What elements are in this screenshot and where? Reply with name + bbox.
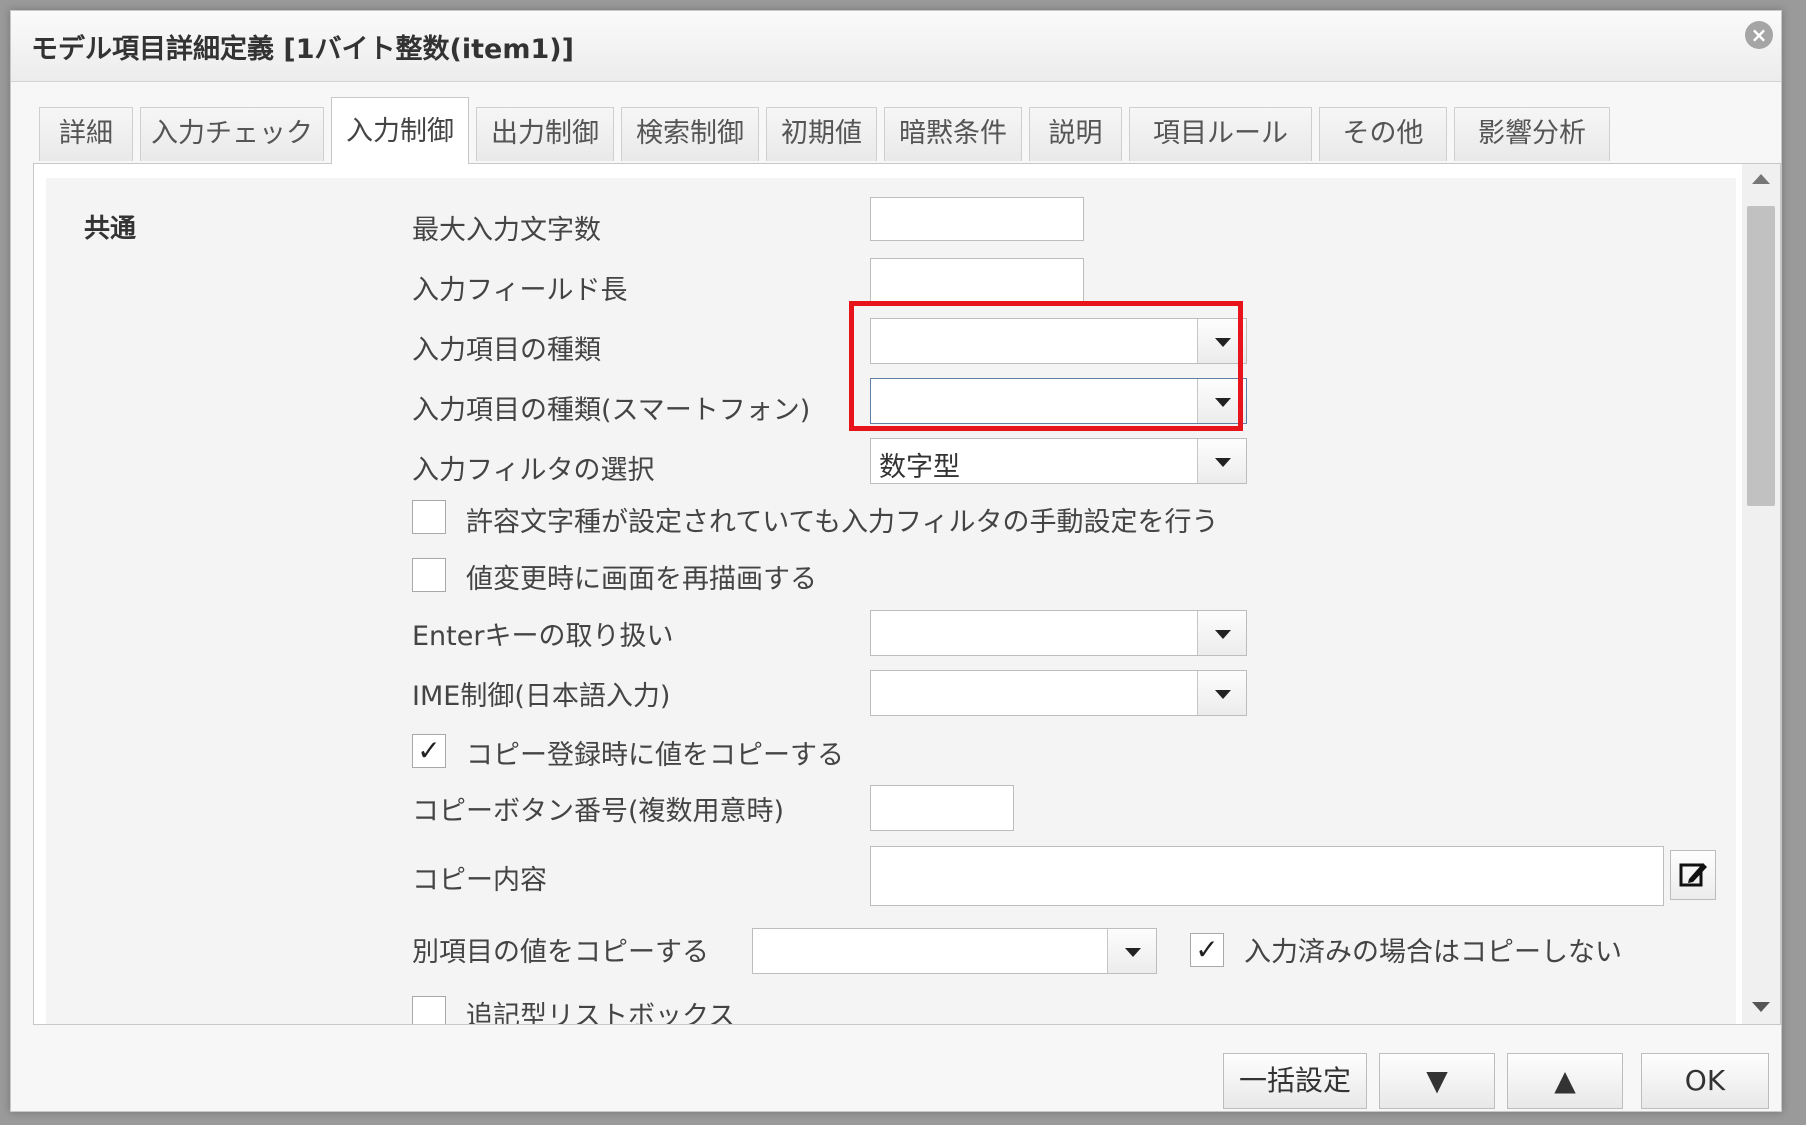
copy-content-label: コピー内容: [412, 865, 547, 896]
chevron-down-icon[interactable]: [1197, 611, 1246, 655]
tab-output-control[interactable]: 出力制御: [476, 107, 614, 161]
tab-other[interactable]: その他: [1319, 107, 1447, 161]
vertical-scrollbar[interactable]: [1742, 164, 1780, 1024]
tab-description[interactable]: 説明: [1029, 107, 1122, 161]
tab-impact-analysis[interactable]: 影響分析: [1454, 107, 1610, 161]
input-field-length-input[interactable]: [870, 258, 1084, 302]
input-item-type-smartphone-label: 入力項目の種類(スマートフォン): [412, 395, 811, 426]
tab-item-rule[interactable]: 項目ルール: [1129, 107, 1312, 161]
move-down-button[interactable]: ▼: [1379, 1053, 1495, 1109]
skip-if-entered-label: 入力済みの場合はコピーしない: [1244, 937, 1622, 968]
ime-control-select[interactable]: [870, 670, 1247, 716]
copy-other-item-label: 別項目の値をコピーする: [412, 937, 709, 968]
manual-filter-checkbox[interactable]: [412, 500, 446, 534]
tab-input-check[interactable]: 入力チェック: [140, 107, 324, 161]
copy-content-input[interactable]: [870, 846, 1664, 906]
tab-search-control[interactable]: 検索制御: [621, 107, 759, 161]
bulk-settings-button[interactable]: 一括設定: [1223, 1053, 1367, 1109]
max-input-chars-input[interactable]: [870, 197, 1084, 241]
tab-implicit-condition[interactable]: 暗黙条件: [884, 107, 1022, 161]
highlight-box: [849, 301, 1243, 431]
ok-button[interactable]: OK: [1641, 1053, 1769, 1109]
copy-on-register-label: コピー登録時に値をコピーする: [466, 740, 844, 771]
tab-initial-value[interactable]: 初期値: [766, 107, 877, 161]
enter-key-label: Enterキーの取り扱い: [412, 621, 674, 652]
max-input-chars-label: 最大入力文字数: [412, 215, 601, 246]
copy-button-number-label: コピーボタン番号(複数用意時): [412, 796, 785, 827]
tab-content: 共通 最大入力文字数 入力フィールド長 入力項目の種類 入力項目の種類(スマート…: [33, 163, 1781, 1025]
append-listbox-label: 追記型リストボックス: [466, 1001, 736, 1025]
enter-key-select[interactable]: [870, 610, 1247, 656]
input-filter-value: 数字型: [879, 452, 960, 483]
ime-control-label: IME制御(日本語入力): [412, 681, 671, 712]
manual-filter-label: 許容文字種が設定されていても入力フィルタの手動設定を行う: [466, 507, 1219, 538]
dialog-title: モデル項目詳細定義 [1バイト整数(item1)]: [31, 34, 574, 65]
skip-if-entered-checkbox[interactable]: ✓: [1190, 933, 1224, 967]
copy-on-register-checkbox[interactable]: ✓: [412, 734, 446, 768]
scrollbar-thumb[interactable]: [1747, 206, 1775, 506]
copy-other-item-select[interactable]: [752, 928, 1157, 974]
scroll-down-icon[interactable]: [1752, 1002, 1770, 1012]
input-filter-select[interactable]: 数字型: [870, 438, 1247, 484]
scroll-up-icon[interactable]: [1752, 174, 1770, 184]
edit-icon[interactable]: [1670, 850, 1716, 900]
copy-button-number-input[interactable]: [870, 785, 1014, 831]
redraw-on-change-label: 値変更時に画面を再描画する: [466, 564, 817, 595]
chevron-down-icon[interactable]: [1197, 671, 1246, 715]
append-listbox-checkbox[interactable]: [412, 996, 446, 1024]
chevron-down-icon[interactable]: [1197, 439, 1246, 483]
input-field-length-label: 入力フィールド長: [412, 275, 628, 306]
close-icon[interactable]: ×: [1745, 21, 1773, 49]
tab-detail[interactable]: 詳細: [39, 107, 133, 161]
tab-input-control[interactable]: 入力制御: [331, 97, 469, 164]
input-item-type-label: 入力項目の種類: [412, 335, 601, 366]
section-label: 共通: [84, 214, 137, 244]
title-bar: モデル項目詳細定義 [1バイト整数(item1)] ×: [11, 11, 1781, 82]
redraw-on-change-checkbox[interactable]: [412, 558, 446, 592]
model-item-detail-dialog: モデル項目詳細定義 [1バイト整数(item1)] × 詳細 入力チェック 入力…: [10, 10, 1782, 1112]
input-filter-label: 入力フィルタの選択: [412, 455, 655, 486]
chevron-down-icon[interactable]: [1107, 929, 1156, 973]
move-up-button[interactable]: ▲: [1507, 1053, 1623, 1109]
